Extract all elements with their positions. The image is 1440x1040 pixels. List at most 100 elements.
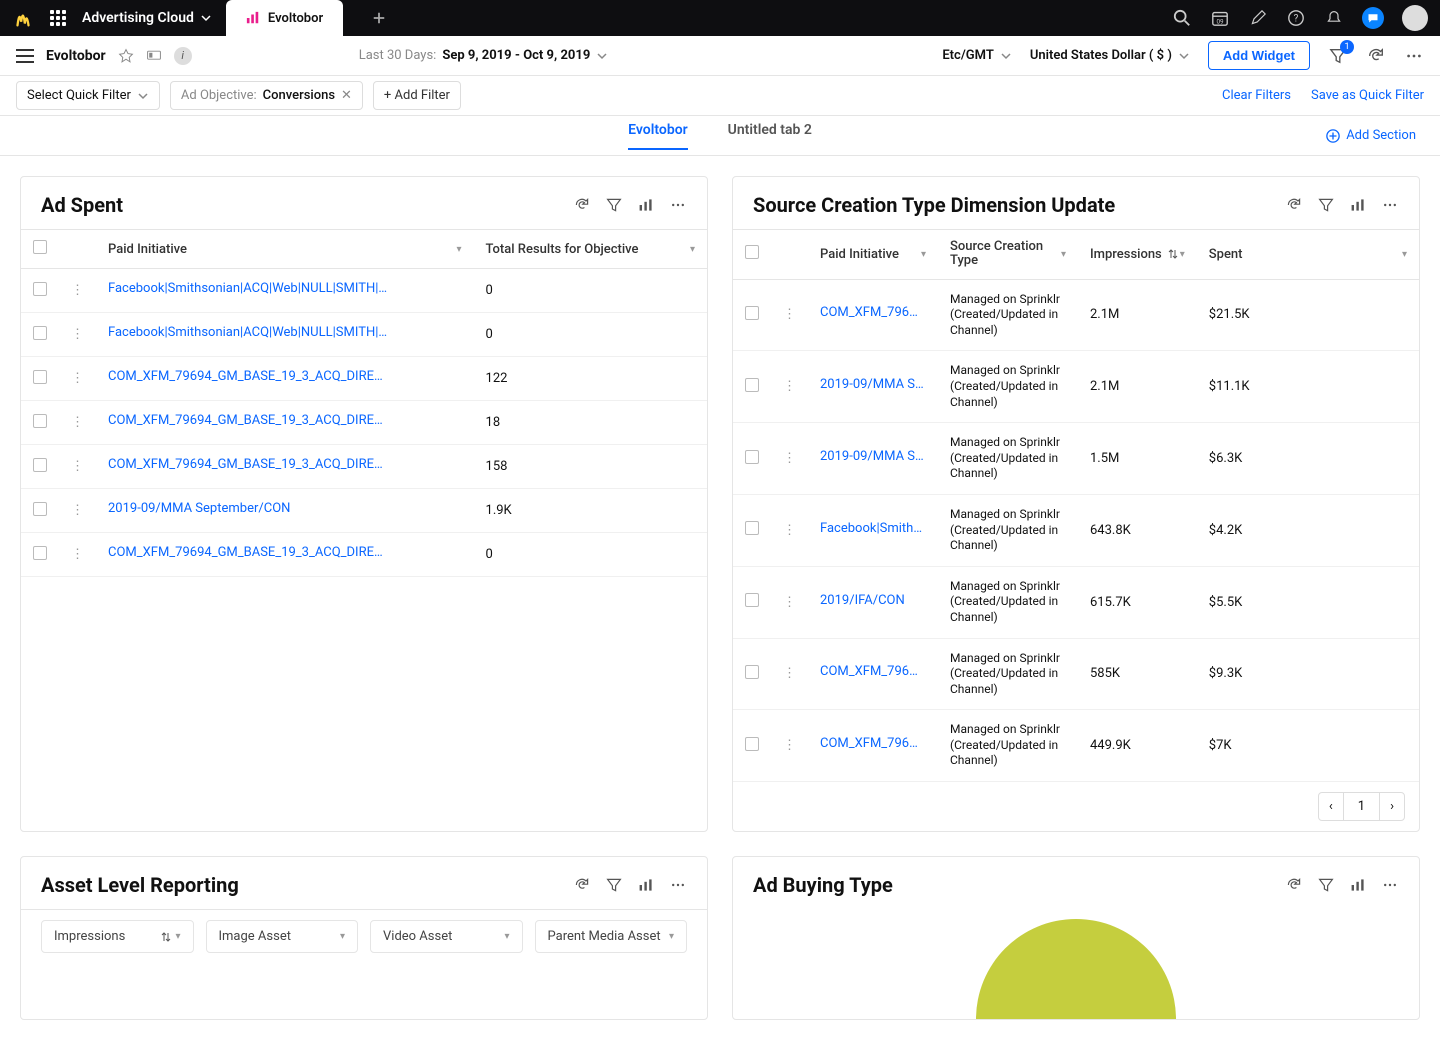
select-all-checkbox[interactable] [33,240,47,254]
more-icon[interactable] [1404,46,1424,66]
add-widget-button[interactable]: Add Widget [1208,41,1310,70]
row-checkbox[interactable] [33,282,47,296]
more-icon[interactable] [1381,196,1399,214]
screen-icon[interactable] [146,48,162,64]
row-checkbox[interactable] [745,378,759,392]
info-icon[interactable]: i [174,47,192,65]
row-checkbox[interactable] [33,414,47,428]
bell-icon[interactable] [1324,8,1344,28]
chevron-down-icon[interactable]: ▾ [1402,249,1407,260]
chart-icon[interactable] [1349,876,1367,894]
sort-icon[interactable] [1168,249,1178,259]
workspace-tab-active[interactable]: Evoltobor [226,0,343,36]
add-filter-button[interactable]: + Add Filter [373,81,461,110]
search-icon[interactable] [1172,8,1192,28]
paid-initiative-link[interactable]: Facebook|Smithsonian|ACQ|Web|NULL|SMITH|… [108,325,388,340]
filter-icon[interactable] [605,876,623,894]
tab-evoltobor[interactable]: Evoltobor [628,122,687,150]
paid-initiative-link[interactable]: 2019-09/MMA September/CON [108,501,290,516]
row-checkbox[interactable] [745,521,759,535]
save-quick-filter-link[interactable]: Save as Quick Filter [1311,88,1424,103]
row-menu-icon[interactable]: ⋮ [59,357,96,401]
calendar-icon[interactable]: 09 [1210,8,1230,28]
add-tab-button[interactable] [365,4,393,32]
row-checkbox[interactable] [745,306,759,320]
chevron-down-icon[interactable]: ▾ [921,249,926,260]
paid-initiative-link[interactable]: COM_XFM_79694_GM_BASE_19_3_ACQ_DIRECT-A.… [108,413,388,428]
row-checkbox[interactable] [33,502,47,516]
refresh-icon[interactable] [573,876,591,894]
paid-initiative-link[interactable]: Facebook|Smiths... [820,521,925,536]
more-icon[interactable] [1381,876,1399,894]
paid-initiative-link[interactable]: COM_XFM_7969... [820,305,925,320]
filter-icon[interactable] [1317,196,1335,214]
asset-video-dropdown[interactable]: Video Asset▾ [370,920,523,953]
row-checkbox[interactable] [745,450,759,464]
row-checkbox[interactable] [33,458,47,472]
filter-chip[interactable]: Ad Objective: Conversions ✕ [170,81,363,110]
asset-parent-dropdown[interactable]: Parent Media Asset▾ [535,920,688,953]
row-checkbox[interactable] [33,546,47,560]
row-menu-icon[interactable]: ⋮ [59,269,96,313]
row-checkbox[interactable] [33,370,47,384]
paid-initiative-link[interactable]: COM_XFM_79694_GM_BASE_19_3_ACQ_DIRECT-A.… [108,369,388,384]
paid-initiative-link[interactable]: COM_XFM_79694_GM_BASE_19_3_ACQ_DIRECT-A.… [108,545,388,560]
paid-initiative-link[interactable]: COM_XFM_7969... [820,736,925,751]
row-checkbox[interactable] [33,326,47,340]
row-checkbox[interactable] [745,593,759,607]
row-menu-icon[interactable]: ⋮ [771,566,808,638]
close-icon[interactable]: ✕ [341,88,352,103]
quick-filter-dropdown[interactable]: Select Quick Filter [16,81,160,110]
brand-dropdown[interactable]: Advertising Cloud [82,10,212,26]
edit-icon[interactable] [1248,8,1268,28]
refresh-icon[interactable] [1285,196,1303,214]
avatar[interactable] [1402,5,1428,31]
chevron-down-icon[interactable]: ▾ [690,244,695,255]
date-range-picker[interactable]: Last 30 Days: Sep 9, 2019 - Oct 9, 2019 [359,48,609,63]
sprinklr-logo-icon[interactable] [12,7,34,29]
row-checkbox[interactable] [745,737,759,751]
row-menu-icon[interactable]: ⋮ [771,638,808,710]
row-menu-icon[interactable]: ⋮ [771,423,808,495]
row-menu-icon[interactable]: ⋮ [771,494,808,566]
more-icon[interactable] [669,196,687,214]
timezone-dropdown[interactable]: Etc/GMT [942,48,1011,63]
currency-dropdown[interactable]: United States Dollar ( $ ) [1030,48,1190,63]
star-icon[interactable] [118,48,134,64]
clear-filters-link[interactable]: Clear Filters [1222,88,1291,103]
paid-initiative-link[interactable]: 2019/IFA/CON [820,593,905,608]
row-menu-icon[interactable]: ⋮ [59,401,96,445]
row-menu-icon[interactable]: ⋮ [59,533,96,577]
next-page-button[interactable]: › [1379,792,1405,821]
row-menu-icon[interactable]: ⋮ [771,279,808,351]
paid-initiative-link[interactable]: COM_XFM_7969... [820,664,925,679]
asset-impressions-dropdown[interactable]: Impressions ▾ [41,920,194,953]
filter-icon[interactable] [1317,876,1335,894]
chevron-down-icon[interactable]: ▾ [1061,249,1066,260]
select-all-checkbox[interactable] [745,245,759,259]
help-icon[interactable]: ? [1286,8,1306,28]
chevron-down-icon[interactable]: ▾ [456,244,461,255]
chart-icon[interactable] [637,196,655,214]
paid-initiative-link[interactable]: 2019-09/MMA Se... [820,449,925,464]
row-menu-icon[interactable]: ⋮ [59,445,96,489]
refresh-icon[interactable] [573,196,591,214]
filter-icon[interactable] [605,196,623,214]
chart-icon[interactable] [1349,196,1367,214]
asset-image-dropdown[interactable]: Image Asset▾ [206,920,359,953]
paid-initiative-link[interactable]: Facebook|Smithsonian|ACQ|Web|NULL|SMITH|… [108,281,388,296]
add-section-button[interactable]: Add Section [1326,128,1416,143]
row-menu-icon[interactable]: ⋮ [59,313,96,357]
more-icon[interactable] [669,876,687,894]
refresh-icon[interactable] [1285,876,1303,894]
row-checkbox[interactable] [745,665,759,679]
chevron-down-icon[interactable]: ▾ [1180,249,1185,260]
chat-icon[interactable] [1362,7,1384,29]
row-menu-icon[interactable]: ⋮ [771,710,808,782]
row-menu-icon[interactable]: ⋮ [59,489,96,533]
refresh-icon[interactable] [1366,46,1386,66]
paid-initiative-link[interactable]: 2019-09/MMA Se... [820,377,925,392]
chart-icon[interactable] [637,876,655,894]
menu-icon[interactable] [16,49,34,63]
row-menu-icon[interactable]: ⋮ [771,351,808,423]
